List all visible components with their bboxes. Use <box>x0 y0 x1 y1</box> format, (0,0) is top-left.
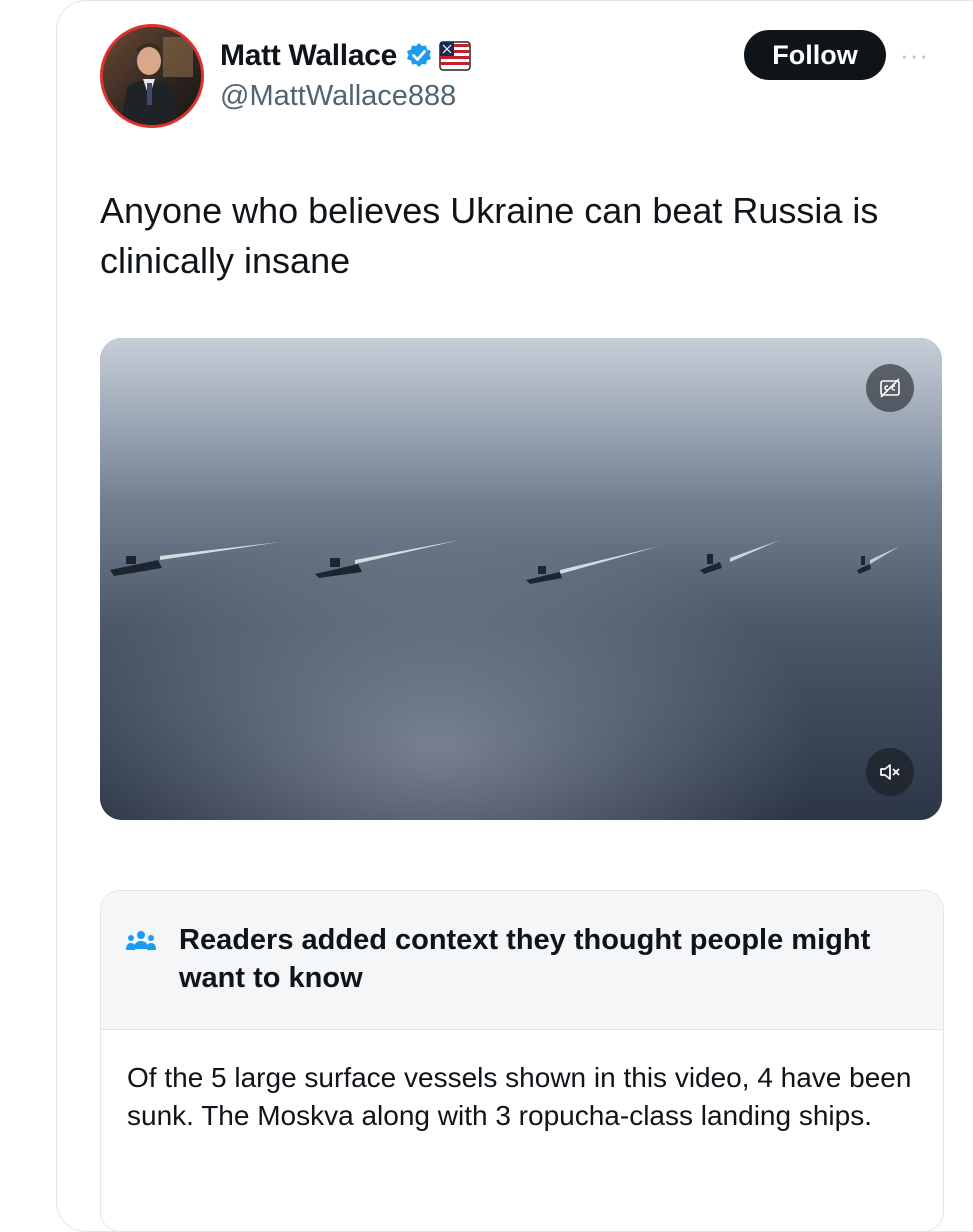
us-flag-icon <box>439 40 471 72</box>
community-note-title: Readers added context they thought peopl… <box>179 924 871 994</box>
verified-badge-icon <box>405 42 433 70</box>
avatar[interactable] <box>100 24 204 128</box>
community-note-header: Readers added context they thought peopl… <box>101 891 943 1030</box>
community-note-body: Of the 5 large surface vessels shown in … <box>127 1062 912 1131</box>
people-icon <box>125 929 157 953</box>
video-frame <box>100 338 942 820</box>
follow-button[interactable]: Follow <box>744 30 886 80</box>
captions-button[interactable] <box>866 364 914 412</box>
author-name-row: Matt Wallace <box>220 36 471 76</box>
video-player[interactable] <box>100 338 942 820</box>
author-handle[interactable]: @MattWallace888 <box>220 80 456 113</box>
mute-button[interactable] <box>866 748 914 796</box>
muted-speaker-icon <box>880 764 900 780</box>
tweet-text: Anyone who believes Ukraine can beat Rus… <box>100 190 879 281</box>
community-note: Readers added context they thought peopl… <box>100 890 944 1232</box>
captions-off-icon <box>880 378 900 398</box>
more-options-icon[interactable]: ··· <box>900 40 929 71</box>
display-name[interactable]: Matt Wallace <box>220 39 397 73</box>
